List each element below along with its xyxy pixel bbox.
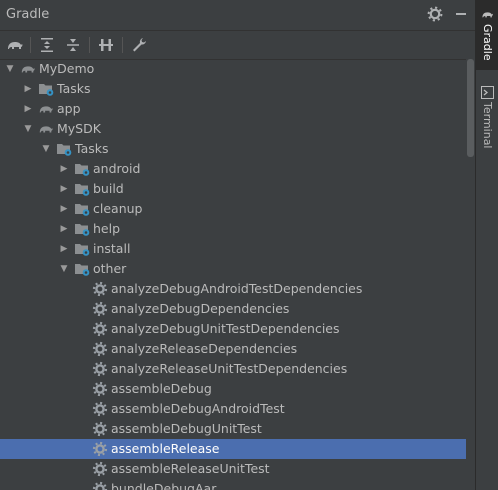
tree-node-label: android (93, 161, 141, 176)
task-row[interactable]: analyzeDebugDependencies (0, 299, 466, 319)
task-gear-icon (92, 421, 108, 437)
collapsed-arrow-icon[interactable]: ▶ (23, 79, 33, 99)
task-row[interactable]: assembleRelease (0, 439, 466, 459)
expand-all-icon[interactable] (38, 36, 56, 54)
tree-node-label: assembleDebugUnitTest (111, 421, 262, 436)
task-gear-icon (92, 401, 108, 417)
panel-titlebar: Gradle (0, 0, 475, 30)
tree-node-label: analyzeDebugDependencies (111, 301, 290, 316)
task-row[interactable]: analyzeReleaseUnitTestDependencies (0, 359, 466, 379)
tree-node-label: app (57, 101, 81, 116)
gradle-project-icon (20, 61, 36, 77)
tree-node-label: MyDemo (39, 61, 95, 76)
gradle-toolbar (0, 30, 475, 60)
expanded-arrow-icon[interactable]: ▼ (41, 139, 51, 159)
task-gear-icon (92, 381, 108, 397)
collapsed-arrow-icon[interactable]: ▶ (59, 239, 69, 259)
expanded-arrow-icon[interactable]: ▼ (5, 59, 15, 79)
task-folder-icon (74, 201, 90, 217)
tree-node-row[interactable]: ▶ cleanup (0, 199, 466, 219)
task-folder-icon (38, 81, 54, 97)
panel-title: Gradle (6, 7, 50, 22)
tree-node-row[interactable]: ▼ other (0, 259, 466, 279)
task-row[interactable]: assembleReleaseUnitTest (0, 459, 466, 479)
task-gear-icon (92, 481, 108, 490)
tree-node-label: cleanup (93, 201, 143, 216)
tree-node-label: assembleDebug (111, 381, 212, 396)
task-row[interactable]: bundleDebugAar (0, 479, 466, 490)
tab-gradle-label: Gradle (481, 24, 494, 61)
scrollbar-thumb[interactable] (467, 59, 474, 157)
tree-node-label: assembleDebugAndroidTest (111, 401, 285, 416)
tree-node-label: analyzeDebugAndroidTestDependencies (111, 281, 363, 296)
tree-node-row[interactable]: ▼ MySDK (0, 119, 466, 139)
tree-node-row[interactable]: ▶ install (0, 239, 466, 259)
task-gear-icon (92, 461, 108, 477)
tree-node-row[interactable]: ▶ android (0, 159, 466, 179)
expanded-arrow-icon[interactable]: ▼ (59, 259, 69, 279)
tree-node-label: build (93, 181, 124, 196)
gradle-task-tree: ▼ MyDemo ▶ Tasks ▶ app ▼ MySDK ▼ Tasks ▶ android ▶ bu… (0, 59, 466, 490)
task-gear-icon (92, 361, 108, 377)
tab-gradle[interactable]: Gradle (476, 0, 498, 70)
tree-node-label: other (93, 261, 127, 276)
task-folder-icon (74, 261, 90, 277)
task-folder-icon (56, 141, 72, 157)
task-row[interactable]: analyzeReleaseDependencies (0, 339, 466, 359)
collapsed-arrow-icon[interactable]: ▶ (59, 219, 69, 239)
collapsed-arrow-icon[interactable]: ▶ (59, 179, 69, 199)
task-folder-icon (74, 181, 90, 197)
task-folder-icon (74, 241, 90, 257)
tree-node-label: analyzeDebugUnitTestDependencies (111, 321, 340, 336)
task-row[interactable]: analyzeDebugAndroidTestDependencies (0, 279, 466, 299)
vertical-scrollbar[interactable] (466, 59, 475, 490)
task-gear-icon (92, 441, 108, 457)
task-gear-icon (92, 321, 108, 337)
tree-node-label: Tasks (75, 141, 109, 156)
tree-node-row[interactable]: ▼ MyDemo (0, 59, 466, 79)
tree-node-label: assembleReleaseUnitTest (111, 461, 270, 476)
task-row[interactable]: assembleDebugAndroidTest (0, 399, 466, 419)
task-row[interactable]: assembleDebugUnitTest (0, 419, 466, 439)
task-gear-icon (92, 341, 108, 357)
side-tool-strip: Gradle Terminal (475, 0, 498, 490)
tab-terminal[interactable]: Terminal (476, 78, 498, 150)
gradle-project-icon (38, 121, 54, 137)
gear-icon[interactable] (427, 6, 443, 22)
gradle-elephant-icon[interactable] (6, 36, 24, 54)
tab-terminal-label: Terminal (481, 102, 494, 149)
tree-node-label: install (93, 241, 131, 256)
tree-node-label: help (93, 221, 121, 236)
task-folder-icon (74, 161, 90, 177)
gradle-project-icon (38, 101, 54, 117)
task-gear-icon (92, 281, 108, 297)
tree-node-label: assembleRelease (111, 441, 220, 456)
tree-node-row[interactable]: ▶ Tasks (0, 79, 466, 99)
minimize-icon[interactable] (453, 6, 469, 22)
collapsed-arrow-icon[interactable]: ▶ (59, 199, 69, 219)
task-gear-icon (92, 301, 108, 317)
tree-node-label: analyzeReleaseUnitTestDependencies (111, 361, 348, 376)
collapse-all-icon[interactable] (64, 36, 82, 54)
expanded-arrow-icon[interactable]: ▼ (23, 119, 33, 139)
link-projects-icon[interactable] (97, 36, 115, 54)
task-row[interactable]: assembleDebug (0, 379, 466, 399)
gradle-elephant-icon (481, 6, 494, 19)
gradle-panel: Gradle ▼ MyDemo ▶ Tasks ▶ app ▼ MySDK ▼ (0, 0, 475, 490)
collapsed-arrow-icon[interactable]: ▶ (59, 159, 69, 179)
task-row[interactable]: analyzeDebugUnitTestDependencies (0, 319, 466, 339)
tree-node-label: analyzeReleaseDependencies (111, 341, 298, 356)
terminal-icon (481, 84, 494, 99)
tree-node-row[interactable]: ▶ build (0, 179, 466, 199)
collapsed-arrow-icon[interactable]: ▶ (23, 99, 33, 119)
tree-node-label: MySDK (57, 121, 101, 136)
tree-node-row[interactable]: ▶ app (0, 99, 466, 119)
tree-node-label: bundleDebugAar (111, 481, 217, 490)
tree-node-label: Tasks (57, 81, 91, 96)
wrench-icon[interactable] (130, 36, 148, 54)
task-folder-icon (74, 221, 90, 237)
tree-node-row[interactable]: ▶ help (0, 219, 466, 239)
tree-node-row[interactable]: ▼ Tasks (0, 139, 466, 159)
